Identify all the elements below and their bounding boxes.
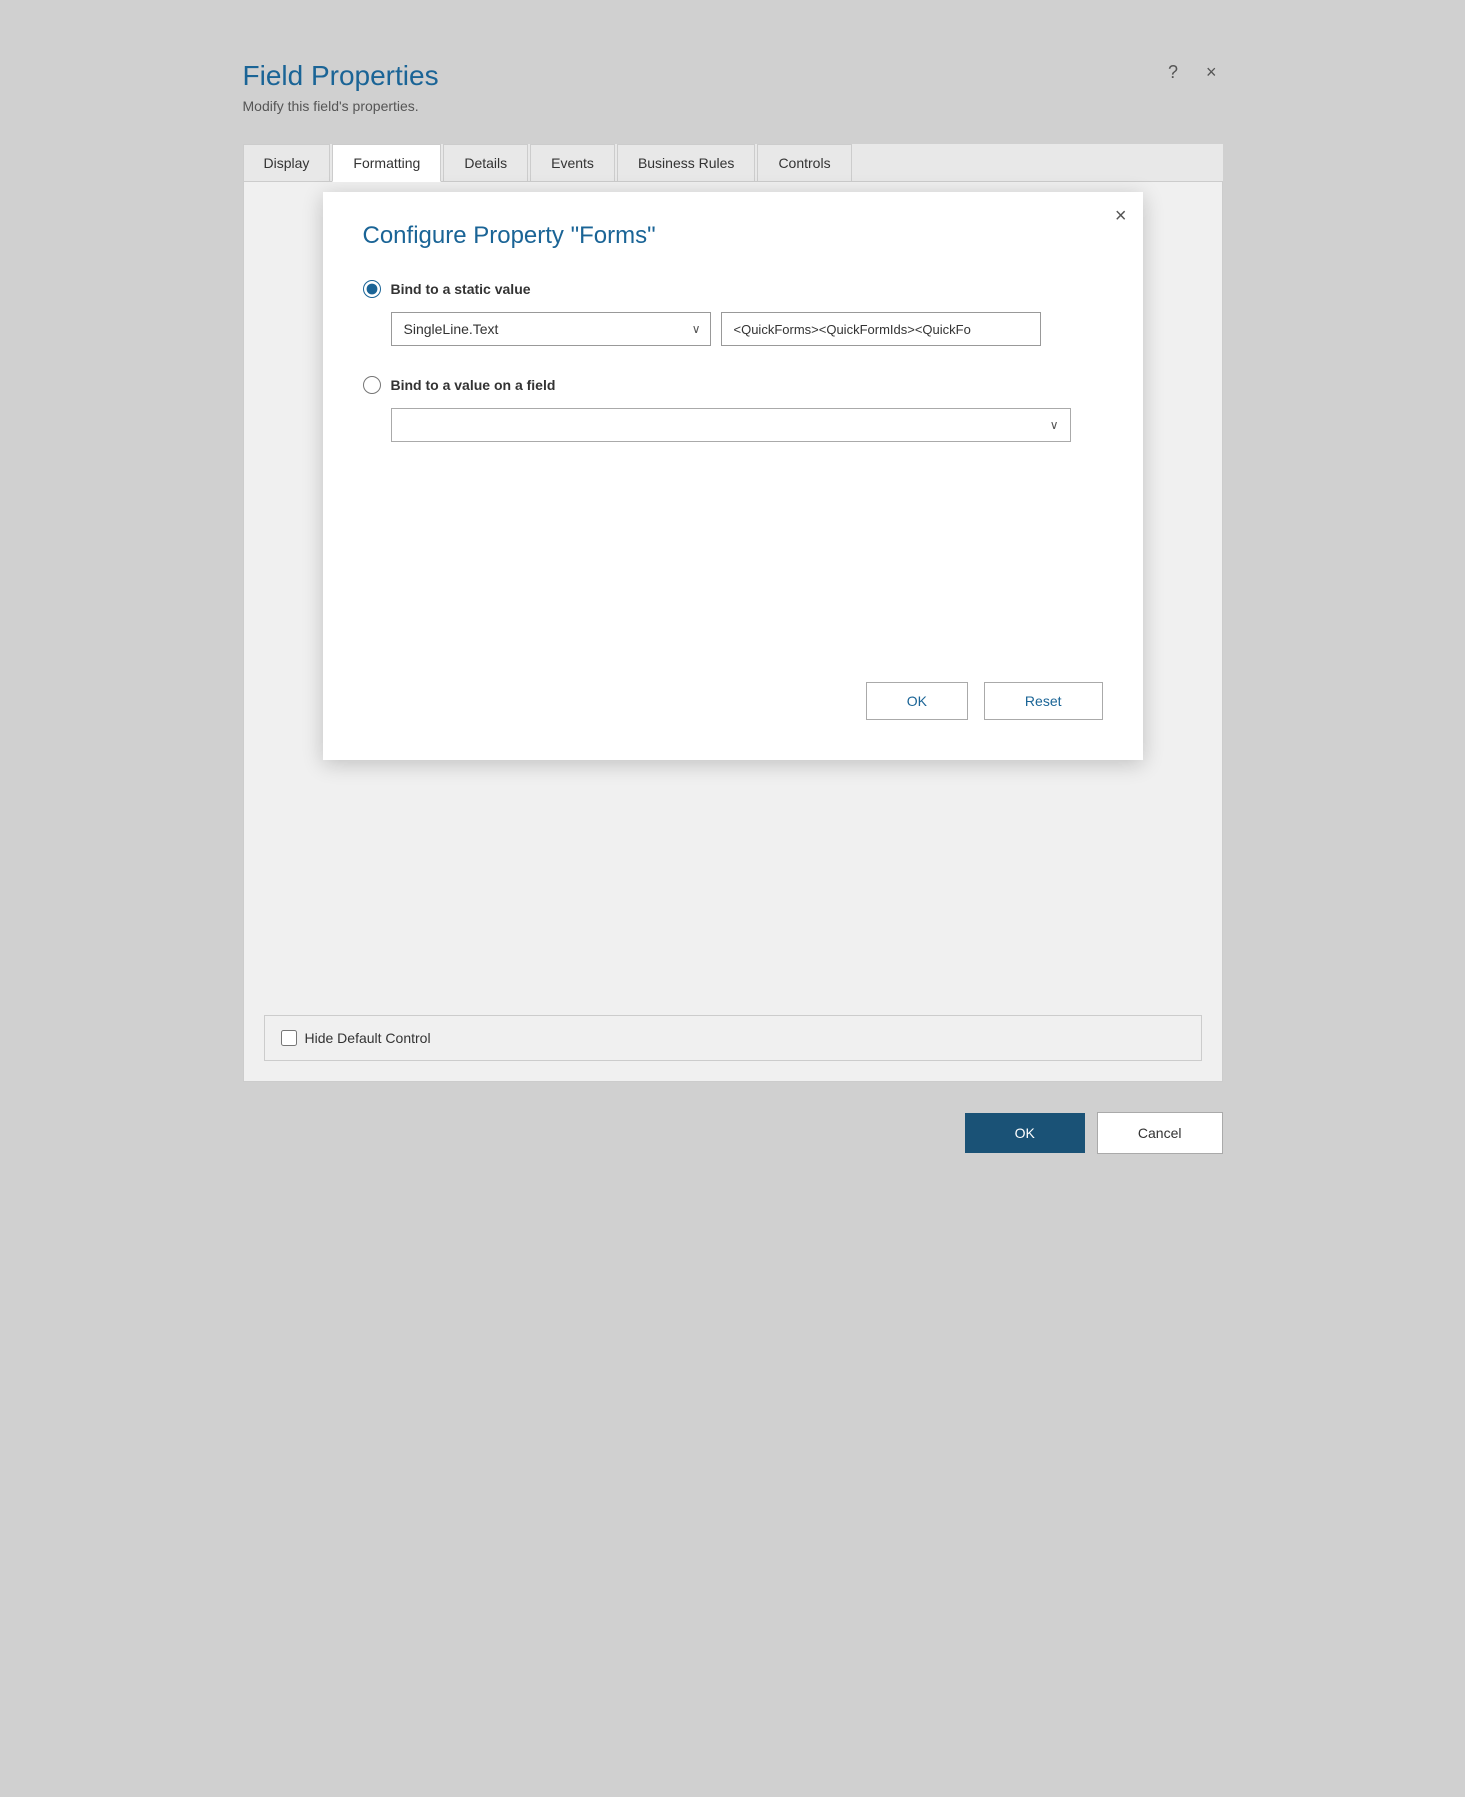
field-value-row: Bind to a value on a field [363,376,1103,394]
field-value-section: Bind to a value on a field [363,376,1103,442]
modal-reset-button[interactable]: Reset [984,682,1103,720]
modal-close-button[interactable]: × [1115,206,1127,226]
tab-formatting[interactable]: Formatting [332,144,441,182]
modal-box: × Configure Property "Forms" Bind to a s… [323,192,1143,760]
value-input[interactable] [721,312,1041,346]
tab-content: × Configure Property "Forms" Bind to a s… [243,182,1223,1082]
field-value-label: Bind to a value on a field [391,377,556,393]
header-actions: ? × [1162,60,1223,85]
modal-actions: OK Reset [363,682,1103,720]
tab-display[interactable]: Display [243,144,331,181]
footer-ok-button[interactable]: OK [965,1113,1085,1153]
static-value-row: Bind to a static value [363,280,1103,298]
modal-overlay: × Configure Property "Forms" Bind to a s… [244,182,1222,1081]
modal-ok-button[interactable]: OK [866,682,968,720]
field-value-radio[interactable] [363,376,381,394]
type-dropdown[interactable]: SingleLine.Text [391,312,711,346]
main-container: Field Properties Modify this field's pro… [243,40,1223,1164]
footer-cancel-button[interactable]: Cancel [1097,1112,1223,1154]
close-button[interactable]: × [1200,60,1223,85]
tab-events[interactable]: Events [530,144,615,181]
static-value-controls: SingleLine.Text [363,312,1103,346]
tabs-row: Display Formatting Details Events Busine… [243,144,1223,182]
static-value-section: Bind to a static value SingleLine.Text [363,280,1103,346]
tab-details[interactable]: Details [443,144,528,181]
dialog-header: Field Properties Modify this field's pro… [243,40,1223,124]
help-button[interactable]: ? [1162,60,1184,85]
page-subtitle: Modify this field's properties. [243,98,1223,114]
field-select-outer [391,408,1071,442]
static-value-label: Bind to a static value [391,281,531,297]
modal-title: Configure Property "Forms" [363,222,1103,250]
field-dropdown-wrapper [363,408,1103,442]
tab-business-rules[interactable]: Business Rules [617,144,756,181]
field-dropdown[interactable] [391,408,1071,442]
hide-default-row: Hide Default Control [264,1015,1202,1061]
hide-default-checkbox[interactable] [281,1030,297,1046]
page-title: Field Properties [243,60,1223,92]
static-value-radio[interactable] [363,280,381,298]
hide-default-label: Hide Default Control [305,1030,431,1046]
type-select-wrapper: SingleLine.Text [391,312,711,346]
tab-controls[interactable]: Controls [757,144,851,181]
page-footer: OK Cancel [243,1102,1223,1164]
